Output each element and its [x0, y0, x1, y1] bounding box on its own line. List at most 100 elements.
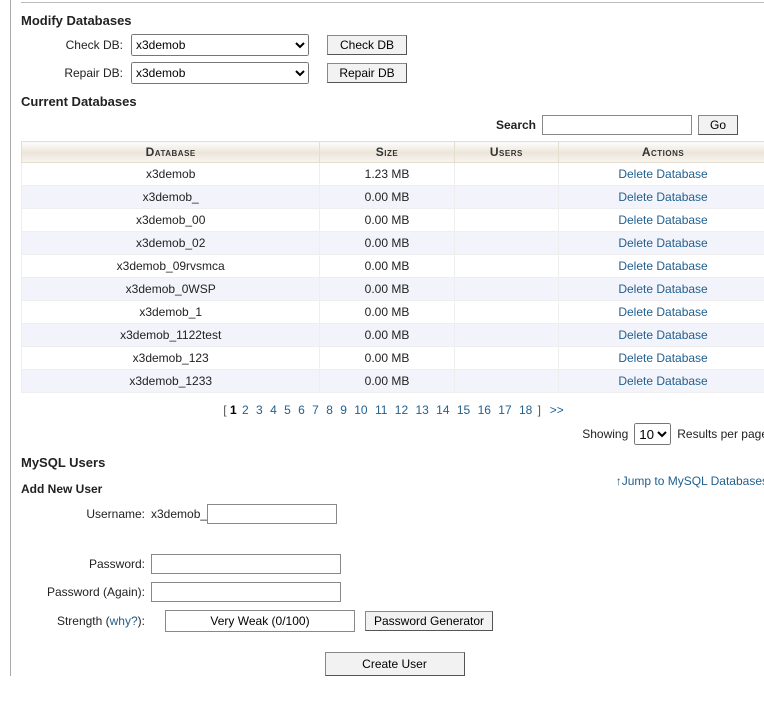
- cell-size: 0.00 MB: [320, 278, 454, 301]
- cell-users: [454, 255, 558, 278]
- page-link[interactable]: 18: [517, 403, 534, 417]
- cell-users: [454, 232, 558, 255]
- modify-heading: Modify Databases: [21, 13, 764, 28]
- cell-size: 0.00 MB: [320, 232, 454, 255]
- table-row: x3demob_1122test0.00 MBDelete Database: [22, 324, 764, 347]
- cell-users: [454, 278, 558, 301]
- current-heading: Current Databases: [21, 94, 764, 109]
- username-input[interactable]: [207, 504, 337, 524]
- delete-database-link[interactable]: Delete Database: [618, 236, 707, 250]
- cell-db: x3demob: [22, 163, 320, 186]
- delete-database-link[interactable]: Delete Database: [618, 351, 707, 365]
- page-link[interactable]: 13: [413, 403, 430, 417]
- table-row: x3demob_10.00 MB Delete Database: [22, 301, 764, 324]
- page-current: 1: [230, 403, 237, 417]
- cell-users: [454, 301, 558, 324]
- delete-database-link[interactable]: Delete Database: [618, 190, 707, 204]
- page-link[interactable]: 5: [282, 403, 293, 417]
- create-user-button[interactable]: Create User: [325, 652, 465, 676]
- cell-size: 0.00 MB: [320, 186, 454, 209]
- cell-size: 0.00 MB: [320, 209, 454, 232]
- cell-size: 0.00 MB: [320, 347, 454, 370]
- delete-database-link[interactable]: Delete Database: [618, 328, 707, 342]
- page-link[interactable]: 12: [393, 403, 410, 417]
- cell-db: x3demob_1: [22, 301, 320, 324]
- col-database: Database: [22, 142, 320, 163]
- cell-size: 0.00 MB: [320, 324, 454, 347]
- cell-db: x3demob_00: [22, 209, 320, 232]
- username-label: Username:: [21, 507, 151, 521]
- check-db-select[interactable]: x3demob: [131, 34, 309, 56]
- cell-db: x3demob_02: [22, 232, 320, 255]
- password-input[interactable]: [151, 554, 341, 574]
- cell-size: 1.23 MB: [320, 163, 454, 186]
- table-row: x3demob_1230.00 MB Delete Database: [22, 347, 764, 370]
- password-again-input[interactable]: [151, 582, 341, 602]
- check-db-label: Check DB:: [41, 38, 131, 52]
- page-link[interactable]: 16: [476, 403, 493, 417]
- per-page-select[interactable]: 10: [634, 423, 671, 445]
- cell-db: x3demob_123: [22, 347, 320, 370]
- table-row: x3demob1.23 MB Delete Database: [22, 163, 764, 186]
- password-again-label: Password (Again):: [21, 585, 151, 599]
- cell-size: 0.00 MB: [320, 301, 454, 324]
- page-link[interactable]: 10: [352, 403, 369, 417]
- cell-size: 0.00 MB: [320, 255, 454, 278]
- col-users: Users: [454, 142, 558, 163]
- cell-users: [454, 209, 558, 232]
- pagination: [ 1 2 3 4 5 6 7 8 9 10 11 12 13 14 15 16…: [21, 403, 764, 417]
- delete-database-link[interactable]: Delete Database: [618, 167, 707, 181]
- delete-database-link[interactable]: Delete Database: [618, 213, 707, 227]
- page-next[interactable]: >>: [548, 403, 566, 417]
- page-link[interactable]: 6: [296, 403, 307, 417]
- repair-db-label: Repair DB:: [41, 66, 131, 80]
- page-link[interactable]: 14: [434, 403, 451, 417]
- table-row: x3demob_09rvsmca0.00 MB Delete Database: [22, 255, 764, 278]
- col-actions: Actions: [559, 142, 764, 163]
- page-link[interactable]: 17: [496, 403, 513, 417]
- rpp-label: Results per page: [677, 427, 764, 441]
- databases-table: Database Size Users Actions x3demob1.23 …: [21, 141, 764, 393]
- page-link[interactable]: 7: [310, 403, 321, 417]
- delete-database-link[interactable]: Delete Database: [618, 259, 707, 273]
- table-row: x3demob_12330.00 MBDelete Database: [22, 370, 764, 393]
- page-link[interactable]: 15: [455, 403, 472, 417]
- check-db-button[interactable]: Check DB: [327, 35, 407, 55]
- col-size: Size: [320, 142, 454, 163]
- delete-database-link[interactable]: Delete Database: [618, 305, 707, 319]
- repair-db-button[interactable]: Repair DB: [327, 63, 407, 83]
- showing-label: Showing: [582, 427, 628, 441]
- cell-users: [454, 370, 558, 393]
- delete-database-link[interactable]: Delete Database: [618, 374, 707, 388]
- table-row: x3demob_0WSP0.00 MB Delete Database: [22, 278, 764, 301]
- search-go-button[interactable]: Go: [698, 115, 738, 135]
- page-link[interactable]: 2: [240, 403, 251, 417]
- page-link[interactable]: 4: [268, 403, 279, 417]
- page-link[interactable]: 11: [373, 403, 389, 417]
- page-link[interactable]: 8: [324, 403, 335, 417]
- strength-meter: [165, 610, 355, 632]
- search-label: Search: [496, 118, 536, 132]
- password-generator-button[interactable]: Password Generator: [365, 611, 493, 631]
- password-label: Password:: [21, 557, 151, 571]
- jump-link[interactable]: ↑Jump to MySQL Databases: [616, 474, 764, 488]
- search-input[interactable]: [542, 115, 692, 135]
- repair-db-select[interactable]: x3demob: [131, 62, 309, 84]
- page-link[interactable]: 9: [338, 403, 349, 417]
- cell-users: [454, 324, 558, 347]
- delete-database-link[interactable]: Delete Database: [618, 282, 707, 296]
- cell-users: [454, 186, 558, 209]
- mysql-users-heading: MySQL Users: [21, 455, 764, 470]
- cell-size: 0.00 MB: [320, 370, 454, 393]
- cell-db: x3demob_09rvsmca: [22, 255, 320, 278]
- page-link[interactable]: 3: [254, 403, 265, 417]
- cell-db: x3demob_0WSP: [22, 278, 320, 301]
- table-row: x3demob_0.00 MB Delete Database: [22, 186, 764, 209]
- username-prefix: x3demob_: [151, 507, 207, 521]
- strength-label: Strength (why?):: [21, 614, 151, 628]
- why-link[interactable]: why?: [110, 614, 138, 628]
- cell-users: [454, 163, 558, 186]
- table-row: x3demob_020.00 MB Delete Database: [22, 232, 764, 255]
- cell-db: x3demob_: [22, 186, 320, 209]
- table-row: x3demob_000.00 MB Delete Database: [22, 209, 764, 232]
